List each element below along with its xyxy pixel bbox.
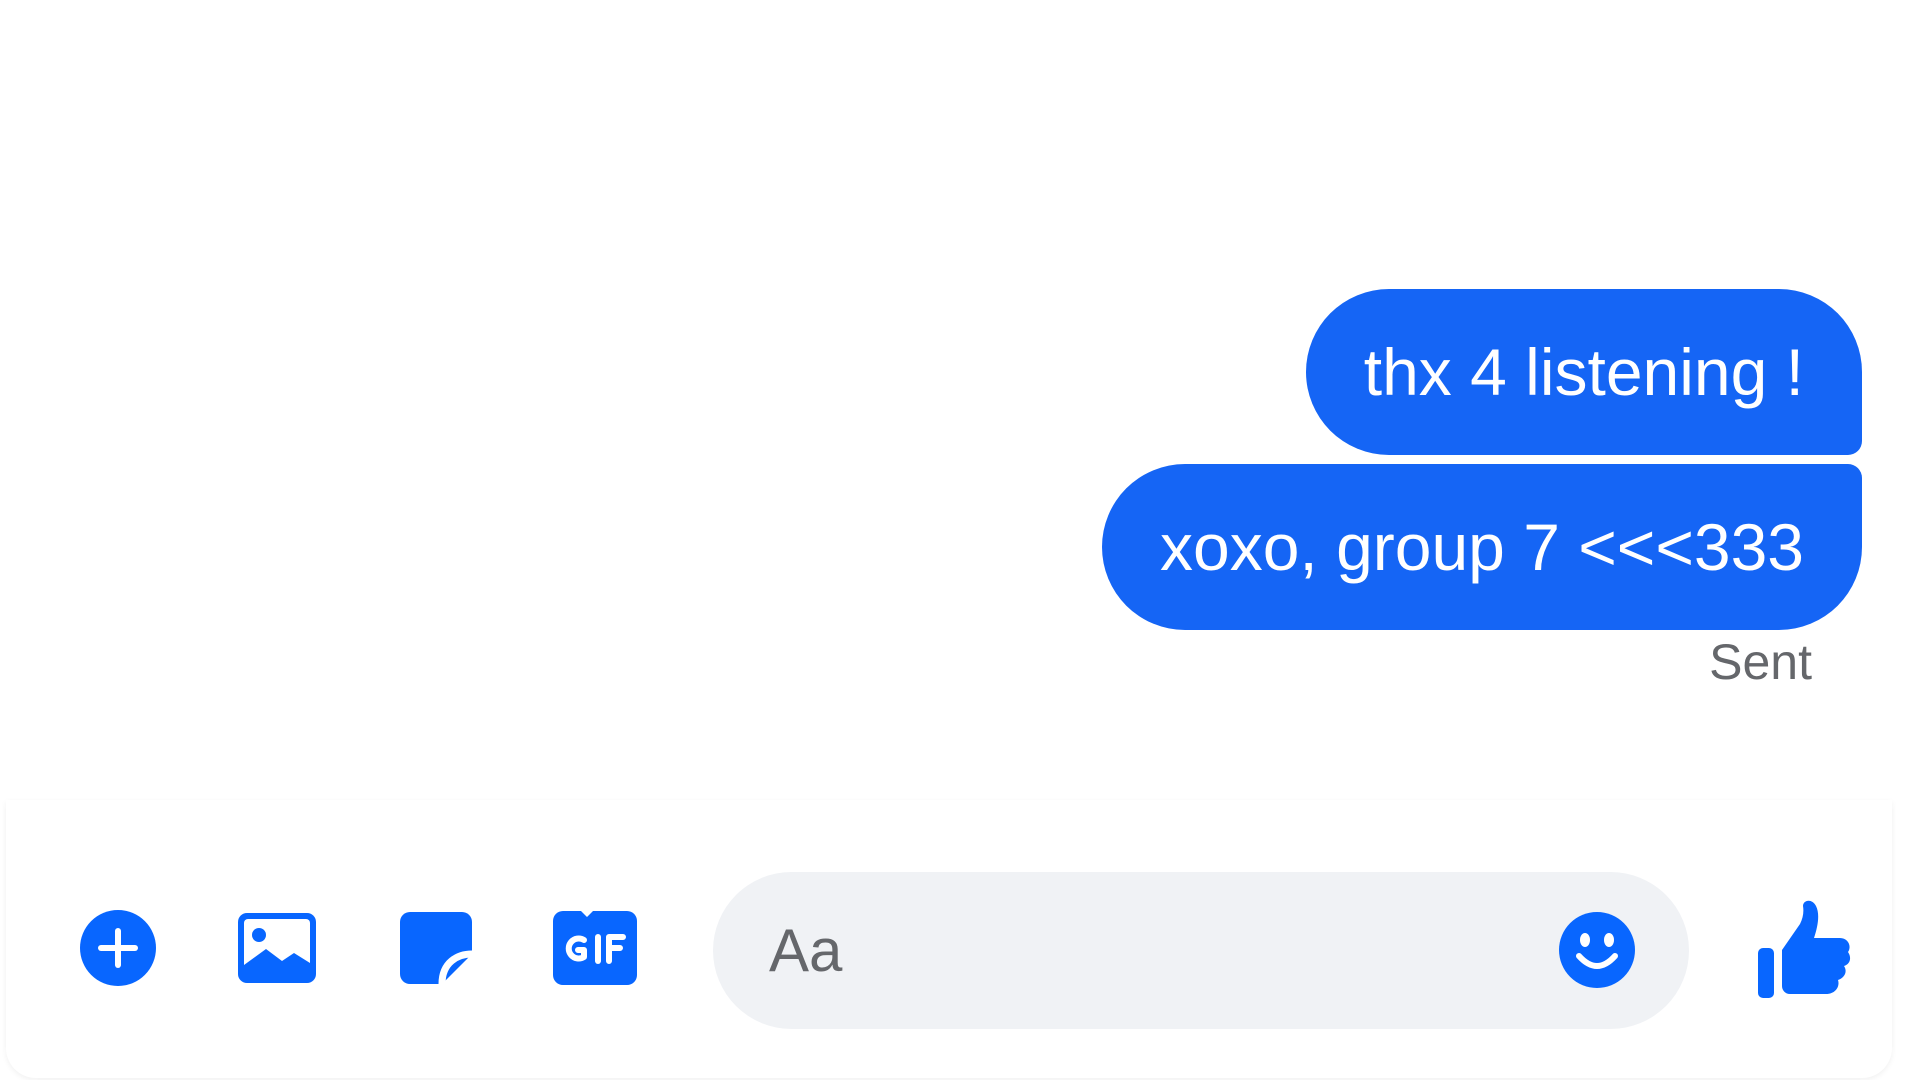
message-input-container[interactable] <box>713 872 1689 1029</box>
smiley-icon[interactable] <box>1557 910 1637 990</box>
outgoing-message[interactable]: thx 4 listening ! <box>1305 289 1862 455</box>
thumbs-up-icon[interactable] <box>1756 900 1852 1000</box>
add-icon[interactable] <box>76 906 160 990</box>
sticker-icon[interactable] <box>394 906 478 990</box>
message-input[interactable] <box>769 908 1529 992</box>
message-status: Sent <box>1709 634 1812 690</box>
message-thread: thx 4 listening ! xoxo, group 7 <<<333 S… <box>0 0 1920 800</box>
message-text: xoxo, group 7 <<<333 <box>1159 510 1804 584</box>
chat-window: thx 4 listening ! xoxo, group 7 <<<333 S… <box>0 0 1920 1080</box>
outgoing-message[interactable]: xoxo, group 7 <<<333 <box>1101 464 1862 630</box>
image-icon[interactable] <box>235 906 319 990</box>
composer-actions <box>76 908 712 988</box>
message-text: thx 4 listening ! <box>1363 335 1804 409</box>
gif-icon[interactable] <box>553 906 637 990</box>
